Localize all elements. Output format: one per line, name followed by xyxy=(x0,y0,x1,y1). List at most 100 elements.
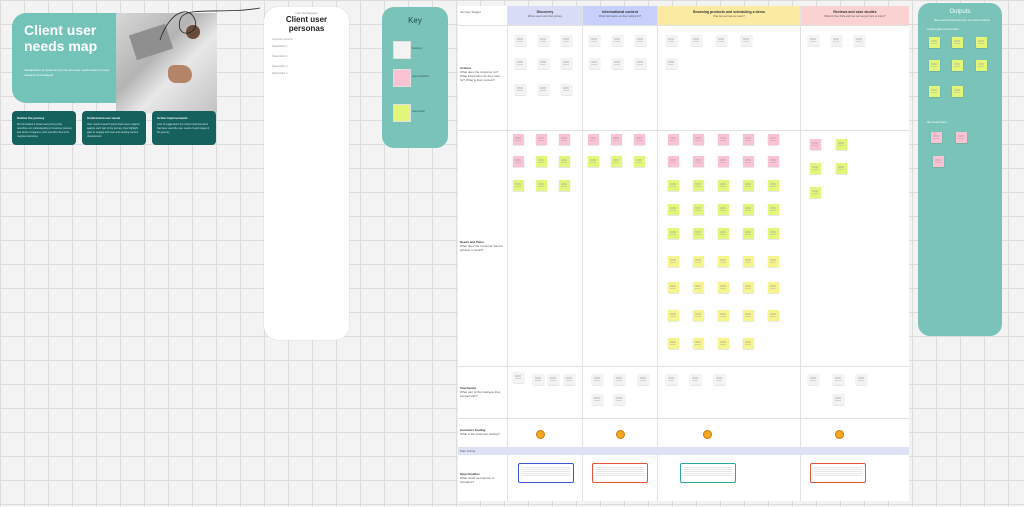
persona-row[interactable]: Stakeholder 1 xyxy=(272,45,302,48)
sticky-note[interactable] xyxy=(538,84,549,95)
sticky-note[interactable] xyxy=(976,37,987,48)
sticky-note[interactable] xyxy=(548,374,559,385)
sticky-note[interactable] xyxy=(808,35,819,46)
sticky-note[interactable] xyxy=(741,35,752,46)
sticky-note[interactable] xyxy=(668,310,679,321)
sticky-note[interactable] xyxy=(559,134,570,145)
sticky-note[interactable] xyxy=(743,310,754,321)
sticky-note[interactable] xyxy=(666,35,677,46)
sticky-note[interactable] xyxy=(634,134,645,145)
sticky-note[interactable] xyxy=(808,374,819,385)
sticky-note[interactable] xyxy=(592,374,603,385)
sticky-note[interactable] xyxy=(833,374,844,385)
sticky-note[interactable] xyxy=(718,134,729,145)
sticky-note[interactable] xyxy=(743,134,754,145)
sticky-note[interactable] xyxy=(952,86,963,97)
opportunity-card[interactable] xyxy=(518,463,574,483)
sticky-note[interactable] xyxy=(668,256,679,267)
sticky-note[interactable] xyxy=(768,228,779,239)
sticky-note[interactable] xyxy=(743,282,754,293)
sticky-note[interactable] xyxy=(690,374,701,385)
persona-row[interactable]: Stakeholder 4 xyxy=(272,72,302,75)
sticky-note[interactable] xyxy=(693,282,704,293)
stage-header-informational[interactable]: Informational content What information a… xyxy=(583,6,657,25)
sticky-note[interactable] xyxy=(614,394,625,405)
sticky-note[interactable] xyxy=(513,134,524,145)
sticky-note[interactable] xyxy=(693,310,704,321)
sticky-note[interactable] xyxy=(768,310,779,321)
sticky-note[interactable] xyxy=(634,156,645,167)
sticky-note[interactable] xyxy=(559,180,570,191)
sticky-note[interactable] xyxy=(515,58,526,69)
sticky-note[interactable] xyxy=(718,310,729,321)
sticky-note[interactable] xyxy=(666,58,677,69)
sticky-note[interactable] xyxy=(668,180,679,191)
sticky-note[interactable] xyxy=(611,156,622,167)
sticky-note[interactable] xyxy=(952,60,963,71)
sticky-note[interactable] xyxy=(693,134,704,145)
sticky-note[interactable] xyxy=(976,60,987,71)
sticky-note[interactable] xyxy=(533,374,544,385)
sticky-note[interactable] xyxy=(513,372,524,383)
sticky-note[interactable] xyxy=(638,374,649,385)
sticky-note[interactable] xyxy=(668,282,679,293)
sticky-note[interactable] xyxy=(810,139,821,150)
sticky-note[interactable] xyxy=(718,156,729,167)
sticky-note[interactable] xyxy=(611,134,622,145)
sticky-note[interactable] xyxy=(592,394,603,405)
sticky-note[interactable] xyxy=(952,37,963,48)
sticky-note[interactable] xyxy=(693,204,704,215)
sticky-note[interactable] xyxy=(931,132,942,143)
sticky-note[interactable] xyxy=(854,35,865,46)
sticky-note[interactable] xyxy=(743,156,754,167)
sticky-note[interactable] xyxy=(810,163,821,174)
persona-row[interactable]: Stakeholder 3 xyxy=(272,65,302,68)
sticky-note[interactable] xyxy=(743,256,754,267)
sticky-note[interactable] xyxy=(538,58,549,69)
sticky-note[interactable] xyxy=(768,282,779,293)
sticky-note[interactable] xyxy=(956,132,967,143)
opportunity-card[interactable] xyxy=(680,463,736,483)
sticky-note[interactable] xyxy=(743,228,754,239)
sticky-note[interactable] xyxy=(718,228,729,239)
sticky-note[interactable] xyxy=(718,338,729,349)
sticky-note[interactable] xyxy=(743,204,754,215)
sticky-note[interactable] xyxy=(693,338,704,349)
sticky-note[interactable] xyxy=(513,156,524,167)
sticky-note[interactable] xyxy=(743,180,754,191)
sticky-note[interactable] xyxy=(559,156,570,167)
sticky-note[interactable] xyxy=(538,35,549,46)
sticky-note[interactable] xyxy=(929,60,940,71)
sticky-note[interactable] xyxy=(929,37,940,48)
sticky-note[interactable] xyxy=(668,134,679,145)
sticky-note[interactable] xyxy=(836,139,847,150)
sticky-note[interactable] xyxy=(768,204,779,215)
sticky-note[interactable] xyxy=(718,282,729,293)
sticky-note[interactable] xyxy=(693,228,704,239)
sticky-note[interactable] xyxy=(693,156,704,167)
sticky-note[interactable] xyxy=(718,256,729,267)
sticky-note[interactable] xyxy=(668,204,679,215)
sticky-note[interactable] xyxy=(589,58,600,69)
sticky-note[interactable] xyxy=(768,134,779,145)
sticky-note[interactable] xyxy=(743,338,754,349)
stage-header-reviews[interactable]: Reviews and case studies What do they th… xyxy=(801,6,909,25)
sticky-note[interactable] xyxy=(668,338,679,349)
sticky-note[interactable] xyxy=(933,156,944,167)
sticky-note[interactable] xyxy=(693,180,704,191)
sticky-note[interactable] xyxy=(513,180,524,191)
sticky-note[interactable] xyxy=(929,86,940,97)
sticky-note[interactable] xyxy=(612,58,623,69)
sticky-note[interactable] xyxy=(515,35,526,46)
sticky-note[interactable] xyxy=(693,256,704,267)
sticky-note[interactable] xyxy=(588,134,599,145)
sticky-note[interactable] xyxy=(536,156,547,167)
sticky-note[interactable] xyxy=(668,156,679,167)
sticky-note[interactable] xyxy=(831,35,842,46)
persona-row[interactable]: Customer persona xyxy=(272,38,302,41)
sticky-note[interactable] xyxy=(635,35,646,46)
sticky-note[interactable] xyxy=(668,228,679,239)
sticky-note[interactable] xyxy=(768,256,779,267)
sticky-note[interactable] xyxy=(536,134,547,145)
sticky-note[interactable] xyxy=(635,58,646,69)
